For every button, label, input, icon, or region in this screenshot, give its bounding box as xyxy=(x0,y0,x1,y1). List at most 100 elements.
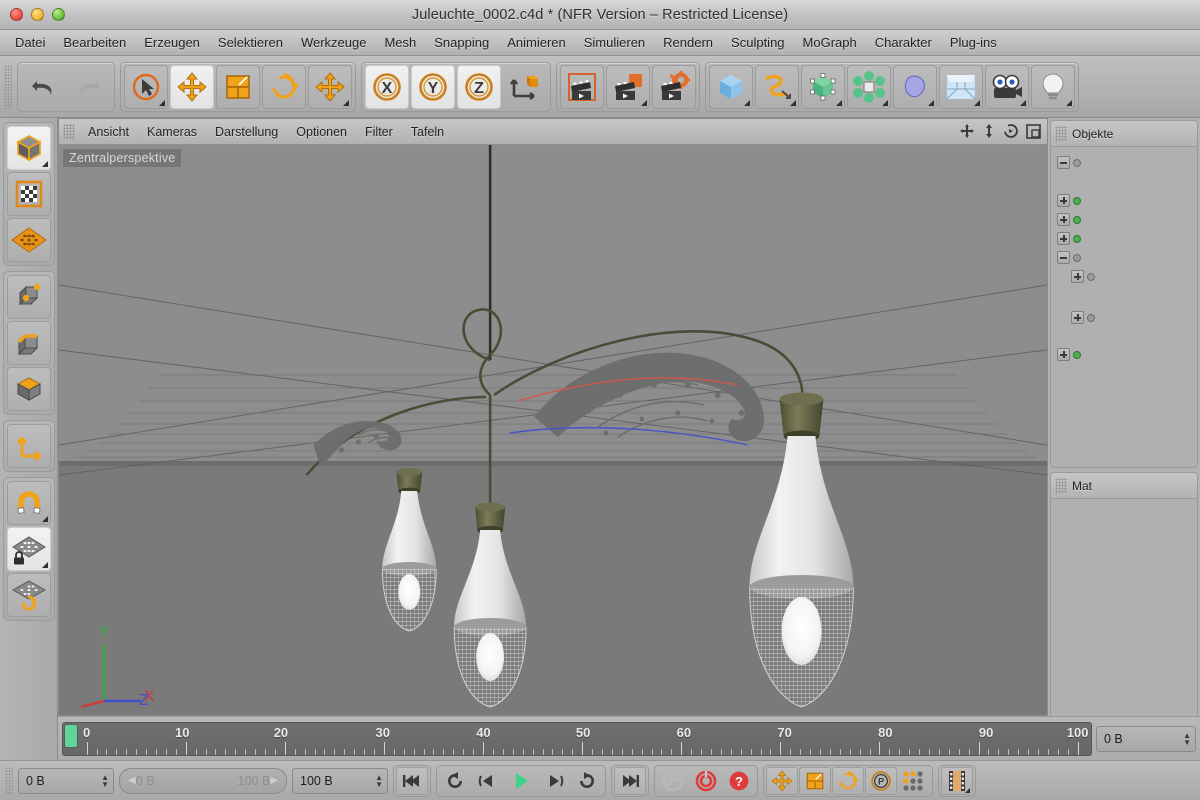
visibility-dot[interactable] xyxy=(1073,158,1081,167)
key-rotation-icon[interactable] xyxy=(832,766,864,795)
axis-y-icon[interactable]: Y xyxy=(411,64,455,109)
viewport-menu-optionen[interactable]: Optionen xyxy=(287,123,356,141)
menu-mograph[interactable]: MoGraph xyxy=(794,32,866,53)
help-icon[interactable]: ? xyxy=(723,767,755,795)
table-row[interactable] xyxy=(1057,191,1197,210)
visibility-dot[interactable] xyxy=(1073,253,1081,262)
table-row[interactable] xyxy=(1057,153,1197,172)
array-icon[interactable] xyxy=(847,64,891,109)
lock-workplane-flyout[interactable] xyxy=(41,562,48,568)
range-right-arrow-icon[interactable]: ▶ xyxy=(270,775,278,786)
spline-flyout[interactable] xyxy=(790,99,796,106)
record-icon[interactable] xyxy=(690,767,722,795)
close-button[interactable] xyxy=(10,8,23,21)
viewport-menu-kameras[interactable]: Kameras xyxy=(138,123,206,141)
axis-x-icon[interactable]: X xyxy=(365,64,409,109)
timeline-playhead[interactable] xyxy=(65,724,77,747)
scale-icon[interactable] xyxy=(216,64,260,109)
deformer-flyout[interactable] xyxy=(928,99,934,106)
point-mode-icon[interactable] xyxy=(6,275,51,319)
workplane-icon[interactable] xyxy=(6,218,51,262)
render-region-icon[interactable] xyxy=(606,64,650,109)
key-pla-icon[interactable] xyxy=(898,767,930,795)
pan-view-icon[interactable] xyxy=(959,123,975,139)
texture-mode-icon[interactable] xyxy=(6,172,51,216)
rotate-view-icon[interactable] xyxy=(1003,123,1019,139)
expand-icon[interactable] xyxy=(1071,311,1084,324)
bottom-bar-grip[interactable] xyxy=(5,766,13,795)
viewport-menu-darstellung[interactable]: Darstellung xyxy=(206,123,287,141)
spline-icon[interactable] xyxy=(755,64,799,109)
zoom-button[interactable] xyxy=(52,8,65,21)
cube-primitive-flyout[interactable] xyxy=(744,99,750,106)
axis-z-icon[interactable]: Z xyxy=(457,64,501,109)
menu-plugins[interactable]: Plug-ins xyxy=(941,32,1006,53)
menu-mesh[interactable]: Mesh xyxy=(375,32,425,53)
expand-icon[interactable] xyxy=(1071,270,1084,283)
cube-primitive-icon[interactable] xyxy=(709,64,753,109)
go-to-start-icon[interactable] xyxy=(396,766,428,795)
filmstrip-flyout[interactable] xyxy=(965,787,970,793)
step-forward-icon[interactable] xyxy=(538,767,570,795)
camera-flyout[interactable] xyxy=(1020,99,1026,106)
generator-flyout[interactable] xyxy=(836,99,842,106)
workplane-rotate-icon[interactable] xyxy=(6,573,51,617)
range-left-arrow-icon[interactable]: ◀ xyxy=(128,775,136,786)
visibility-dot[interactable] xyxy=(1073,350,1081,359)
table-row[interactable] xyxy=(1057,345,1197,364)
expand-icon[interactable] xyxy=(1057,194,1070,207)
previous-key-icon[interactable] xyxy=(439,767,471,795)
select-live-flyout[interactable] xyxy=(159,99,165,106)
expand-icon[interactable] xyxy=(1057,232,1070,245)
stepper-arrows-icon[interactable]: ▲ ▼ xyxy=(101,773,109,788)
material-manager-grip[interactable] xyxy=(1055,477,1067,494)
magnet-flyout[interactable] xyxy=(41,516,48,522)
play-icon[interactable] xyxy=(505,767,537,795)
end-frame-field[interactable]: 100 B ▲ ▼ xyxy=(292,767,388,794)
viewport-canvas[interactable]: Zentralperspektive Y X Z xyxy=(59,145,1047,715)
timeline-frame-field[interactable]: 0 B ▲ ▼ xyxy=(1096,725,1196,752)
move-icon[interactable] xyxy=(170,64,214,109)
autokey-icon[interactable] xyxy=(657,767,689,795)
visibility-dot[interactable] xyxy=(1087,272,1095,281)
preview-range-field[interactable]: ◀ 0 B 100 B ▶ xyxy=(119,767,287,794)
go-to-end-icon[interactable] xyxy=(614,766,646,795)
stepper-arrows-icon[interactable]: ▲ ▼ xyxy=(1183,731,1191,746)
edge-mode-icon[interactable] xyxy=(6,321,51,365)
key-scale-icon[interactable] xyxy=(799,766,831,795)
table-row[interactable] xyxy=(1057,229,1197,248)
menu-selektieren[interactable]: Selektieren xyxy=(209,32,292,53)
lock-workplane-icon[interactable] xyxy=(6,527,51,571)
menu-simulieren[interactable]: Simulieren xyxy=(575,32,654,53)
viewport-menu-tafeln[interactable]: Tafeln xyxy=(402,123,453,141)
table-row[interactable] xyxy=(1057,308,1197,327)
table-row[interactable] xyxy=(1057,248,1197,267)
key-position-icon[interactable] xyxy=(766,766,798,795)
menu-sculpting[interactable]: Sculpting xyxy=(722,32,793,53)
undo-icon[interactable] xyxy=(21,65,65,109)
dolly-view-icon[interactable] xyxy=(982,123,996,139)
visibility-dot[interactable] xyxy=(1073,234,1081,243)
key-parameter-icon[interactable]: P xyxy=(865,766,897,795)
menu-charakter[interactable]: Charakter xyxy=(866,32,941,53)
camera-icon[interactable] xyxy=(985,64,1029,109)
object-mode-flyout[interactable] xyxy=(41,161,48,167)
environment-flyout[interactable] xyxy=(974,99,980,106)
viewport-menu-ansicht[interactable]: Ansicht xyxy=(79,123,138,141)
environment-icon[interactable] xyxy=(939,64,983,109)
visibility-dot[interactable] xyxy=(1073,196,1081,205)
axis-mode-icon[interactable] xyxy=(6,424,51,468)
deformer-icon[interactable] xyxy=(893,64,937,109)
minimize-button[interactable] xyxy=(31,8,44,21)
render-view-icon[interactable] xyxy=(560,64,604,109)
collapse-icon[interactable] xyxy=(1057,251,1070,264)
menu-werkzeuge[interactable]: Werkzeuge xyxy=(292,32,376,53)
rotate-icon[interactable] xyxy=(262,64,306,109)
world-object-coords-icon[interactable] xyxy=(503,65,547,109)
table-row[interactable] xyxy=(1057,267,1197,286)
menu-animieren[interactable]: Animieren xyxy=(498,32,575,53)
object-mode-icon[interactable] xyxy=(6,126,51,170)
next-key-icon[interactable] xyxy=(571,767,603,795)
menu-datei[interactable]: Datei xyxy=(6,32,54,53)
object-manager-grip[interactable] xyxy=(1055,125,1067,142)
